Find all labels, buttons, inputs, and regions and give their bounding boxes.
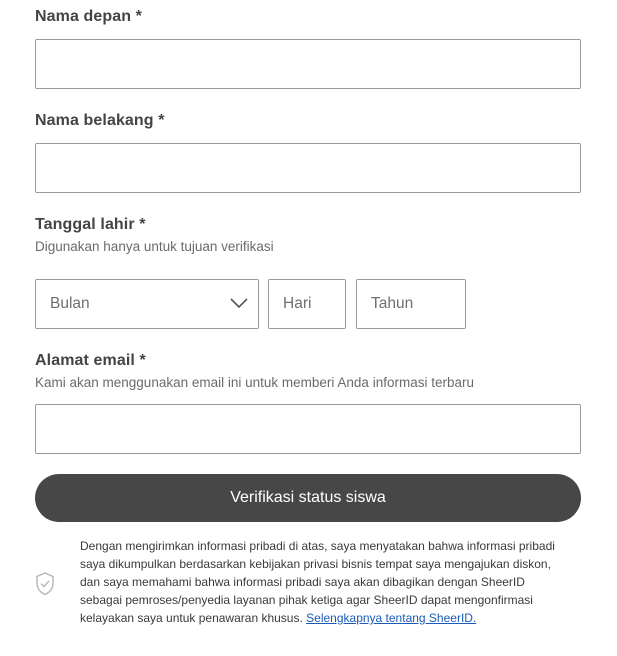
consent-text: Dengan mengirimkan informasi pribadi di … — [80, 537, 570, 627]
last-name-label: Nama belakang * — [35, 112, 165, 129]
email-hint: Kami akan menggunakan email ini untuk me… — [35, 375, 474, 390]
day-input[interactable]: Hari — [268, 279, 346, 329]
last-name-input[interactable] — [35, 143, 581, 193]
email-input[interactable] — [35, 404, 581, 454]
year-input[interactable]: Tahun — [356, 279, 466, 329]
verify-student-button[interactable]: Verifikasi status siswa — [35, 474, 581, 522]
birth-date-label: Tanggal lahir * — [35, 216, 146, 233]
first-name-label: Nama depan * — [35, 8, 143, 25]
month-select[interactable]: Bulan — [35, 279, 259, 329]
birth-date-hint: Digunakan hanya untuk tujuan verifikasi — [35, 239, 274, 254]
shield-check-icon — [36, 572, 54, 596]
year-placeholder: Tahun — [371, 295, 414, 312]
sheerid-learn-more-link[interactable]: Selengkapnya tentang SheerID. — [306, 611, 476, 625]
first-name-input[interactable] — [35, 39, 581, 89]
chevron-down-icon — [230, 298, 248, 309]
email-label: Alamat email * — [35, 352, 146, 369]
day-placeholder: Hari — [283, 295, 312, 312]
month-placeholder: Bulan — [50, 295, 90, 312]
